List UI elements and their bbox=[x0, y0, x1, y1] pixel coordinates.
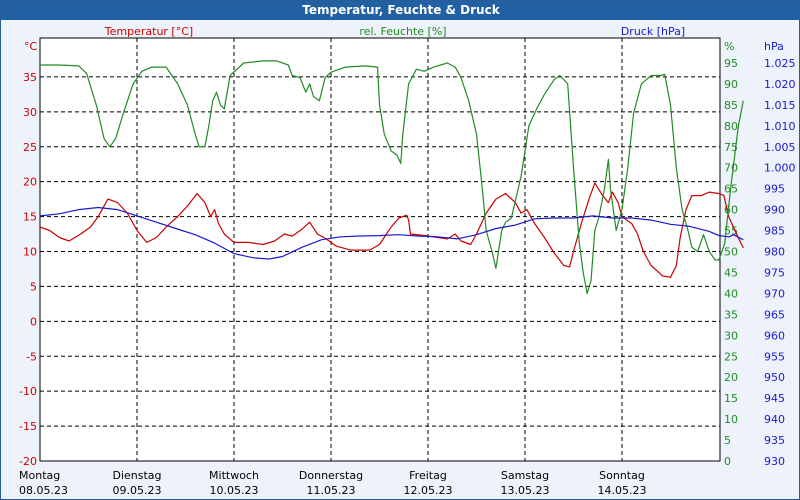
humidity-tick-label: 5 bbox=[724, 434, 731, 447]
temperature-tick-label: 30 bbox=[23, 106, 37, 119]
pressure-tick-label: 930 bbox=[764, 455, 785, 468]
temperature-tick-label: 10 bbox=[23, 246, 37, 259]
x-tick-date: 13.05.23 bbox=[501, 484, 550, 497]
humidity-tick-label: 40 bbox=[724, 287, 738, 300]
x-tick-date: 09.05.23 bbox=[113, 484, 162, 497]
humidity-tick-label: 80 bbox=[724, 120, 738, 133]
temperature-tick-label: -5 bbox=[26, 350, 37, 363]
humidity-tick-label: 35 bbox=[724, 308, 738, 321]
pressure-tick-label: 995 bbox=[764, 183, 785, 196]
pressure-tick-label: 1.025 bbox=[764, 57, 796, 70]
plot-area bbox=[40, 38, 720, 461]
humidity-tick-label: 70 bbox=[724, 162, 738, 175]
pressure-tick-label: 945 bbox=[764, 392, 785, 405]
x-tick-date: 10.05.23 bbox=[210, 484, 259, 497]
humidity-tick-label: 50 bbox=[724, 246, 738, 259]
x-tick-day: Dienstag bbox=[112, 469, 161, 482]
x-tick-date: 08.05.23 bbox=[19, 484, 68, 497]
humidity-tick-label: 10 bbox=[724, 413, 738, 426]
pressure-tick-label: 1.005 bbox=[764, 141, 796, 154]
pressure-tick-label: 950 bbox=[764, 371, 785, 384]
temperature-tick-label: 20 bbox=[23, 176, 37, 189]
temperature-tick-label: 0 bbox=[30, 315, 37, 328]
pressure-tick-label: 975 bbox=[764, 266, 785, 279]
x-tick-day: Sonntag bbox=[599, 469, 645, 482]
pressure-tick-label: 955 bbox=[764, 350, 785, 363]
pressure-tick-label: 980 bbox=[764, 246, 785, 259]
x-tick-day: Mittwoch bbox=[209, 469, 259, 482]
pressure-tick-label: 970 bbox=[764, 287, 785, 300]
humidity-tick-label: 90 bbox=[724, 78, 738, 91]
pressure-tick-label: 990 bbox=[764, 204, 785, 217]
x-tick-day: Samstag bbox=[501, 469, 549, 482]
humidity-unit-label: % bbox=[724, 40, 734, 53]
legend-pressure: Druck [hPa] bbox=[621, 25, 685, 38]
humidity-tick-label: 15 bbox=[724, 392, 738, 405]
temperature-tick-label: -15 bbox=[19, 420, 37, 433]
x-tick-date: 14.05.23 bbox=[598, 484, 647, 497]
pressure-tick-label: 960 bbox=[764, 329, 785, 342]
pressure-tick-label: 1.000 bbox=[764, 162, 796, 175]
legend-humidity: rel. Feuchte [%] bbox=[359, 25, 446, 38]
x-tick-day: Donnerstag bbox=[299, 469, 363, 482]
humidity-tick-label: 20 bbox=[724, 371, 738, 384]
pressure-unit-label: hPa bbox=[764, 40, 784, 53]
pressure-tick-label: 940 bbox=[764, 413, 785, 426]
temperature-unit-label: °C bbox=[24, 40, 38, 53]
x-tick-day: Montag bbox=[19, 469, 60, 482]
temperature-tick-label: -10 bbox=[19, 385, 37, 398]
pressure-tick-label: 1.010 bbox=[764, 120, 796, 133]
x-tick-date: 12.05.23 bbox=[404, 484, 453, 497]
legend-temperature: Temperatur [°C] bbox=[104, 25, 193, 38]
humidity-tick-label: 85 bbox=[724, 99, 738, 112]
temperature-tick-label: 25 bbox=[23, 141, 37, 154]
temperature-tick-label: 35 bbox=[23, 71, 37, 84]
humidity-tick-label: 0 bbox=[724, 455, 731, 468]
temperature-tick-label: -20 bbox=[19, 455, 37, 468]
humidity-tick-label: 25 bbox=[724, 350, 738, 363]
pressure-tick-label: 1.020 bbox=[764, 78, 796, 91]
humidity-tick-label: 45 bbox=[724, 266, 738, 279]
humidity-tick-label: 95 bbox=[724, 57, 738, 70]
humidity-tick-label: 30 bbox=[724, 329, 738, 342]
chart-svg: 35302520151050-5-10-15-20959085807570656… bbox=[19, 25, 796, 497]
temperature-tick-label: 15 bbox=[23, 211, 37, 224]
pressure-tick-label: 985 bbox=[764, 225, 785, 238]
x-tick-day: Freitag bbox=[409, 469, 447, 482]
temperature-tick-label: 5 bbox=[30, 280, 37, 293]
pressure-tick-label: 935 bbox=[764, 434, 785, 447]
pressure-tick-label: 965 bbox=[764, 308, 785, 321]
pressure-tick-label: 1.015 bbox=[764, 99, 796, 112]
x-tick-date: 11.05.23 bbox=[307, 484, 356, 497]
